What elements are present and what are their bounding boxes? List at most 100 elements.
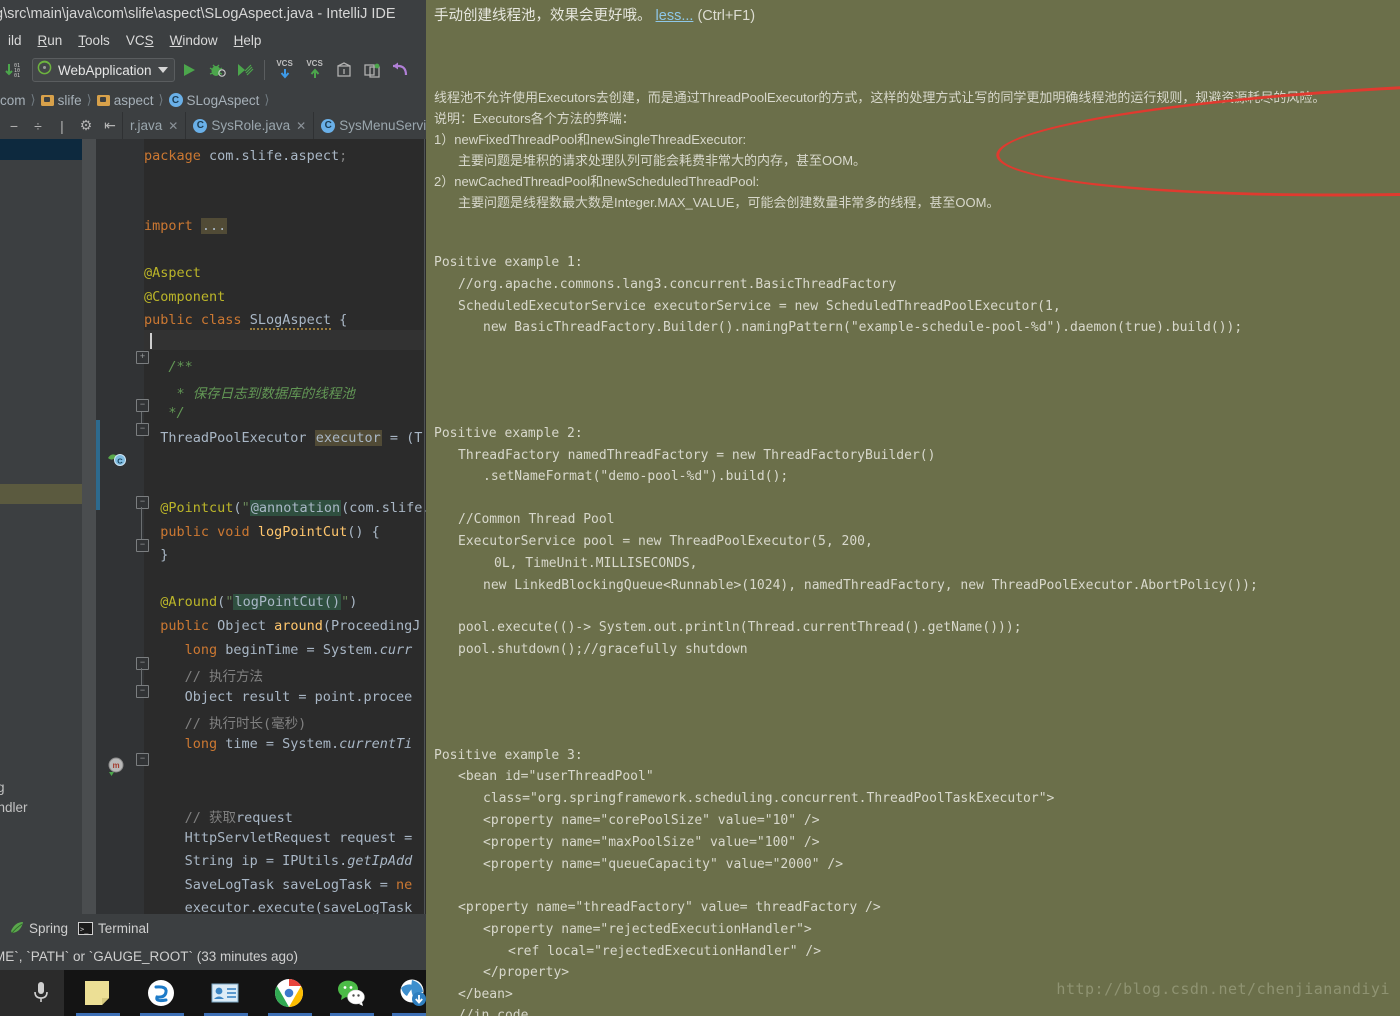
chevron-down-icon[interactable] xyxy=(157,67,168,73)
run-configuration-label: WebApplication xyxy=(58,62,152,78)
gear-icon[interactable]: ⚙ xyxy=(76,116,96,136)
window-title: g\src\main\java\com\slife\aspect\SLogAsp… xyxy=(0,6,396,22)
download-globe-icon[interactable] xyxy=(398,978,426,1008)
terminal-icon: >_ xyxy=(78,921,94,935)
binary-icon[interactable]: 01 10 01 xyxy=(2,58,26,82)
project-highlight-row xyxy=(0,484,82,504)
code-editor[interactable]: + − − − − − − − C m package com.slife.as… xyxy=(96,139,426,914)
chevron-right-icon: ⟩ xyxy=(86,92,92,107)
project-tool-window[interactable]: ig andler xyxy=(0,139,96,914)
vcs-commit-icon[interactable]: VCS xyxy=(302,60,328,80)
menu-item-build[interactable]: ild xyxy=(0,33,30,48)
editor-tabbar: − ÷ | ⚙ ⇤ r.java ✕ C SysRole.java ✕ C Sy… xyxy=(0,112,426,139)
menu-item-window[interactable]: Window xyxy=(162,33,226,48)
code-line: */ xyxy=(168,405,185,421)
breadcrumb-item-slife[interactable]: slife ⟩ xyxy=(40,92,97,108)
breadcrumb-item-com[interactable]: com ⟩ xyxy=(0,92,41,108)
spring-leaf-icon xyxy=(10,921,24,935)
vcs-diff-icon[interactable] xyxy=(360,58,384,82)
microphone-icon[interactable] xyxy=(28,978,58,1008)
code-line: SaveLogTask saveLogTask = ne xyxy=(144,877,413,893)
svg-text:>_: >_ xyxy=(80,925,89,933)
tool-window-label: Terminal xyxy=(98,920,150,936)
breadcrumb-label: slife xyxy=(57,92,82,108)
contact-card-icon[interactable] xyxy=(210,978,240,1008)
tab-r-java[interactable]: r.java ✕ xyxy=(122,112,185,139)
vcs-update-icon[interactable]: VCS xyxy=(272,60,298,80)
sogou-icon[interactable] xyxy=(146,978,176,1008)
tool-window-spring[interactable]: Spring xyxy=(10,921,68,936)
spring-boot-icon xyxy=(37,60,52,80)
chevron-right-icon: ⟩ xyxy=(158,92,164,107)
hide-icon[interactable]: ⇤ xyxy=(100,116,120,136)
menu-item-vcs[interactable]: VCS xyxy=(118,33,162,48)
sticky-note-icon[interactable] xyxy=(82,978,112,1008)
breadcrumb-item-slogaspect[interactable]: C SLogAspect ⟩ xyxy=(168,92,275,108)
tab-label: r.java xyxy=(130,118,163,133)
code-line: // 执行方法 xyxy=(184,669,264,685)
spring-bean-icon[interactable]: C xyxy=(106,449,126,469)
code-line: import ... xyxy=(144,218,228,234)
expand-all-icon[interactable]: ÷ xyxy=(28,116,48,136)
os-taskbar xyxy=(0,970,426,1016)
tab-label: SysRole.java xyxy=(211,118,291,133)
code-line: public class SLogAspect { xyxy=(144,312,348,330)
code-line: HttpServletRequest request = xyxy=(144,830,413,846)
tab-sysmenuservice-java[interactable]: C SysMenuServic xyxy=(313,112,426,139)
tool-window-terminal[interactable]: >_ Terminal xyxy=(78,921,149,936)
tool-window-actions: − ÷ | ⚙ ⇤ xyxy=(0,112,122,139)
tab-sysrole-java[interactable]: C SysRole.java ✕ xyxy=(185,112,313,139)
status-message: ME`, `PATH` or `GAUGE_ROOT` (33 minutes … xyxy=(0,948,299,964)
code-line: // 获取request xyxy=(184,810,293,826)
undo-icon[interactable] xyxy=(388,58,412,82)
code-line: // 执行时长(毫秒) xyxy=(184,716,307,732)
panel-divider[interactable] xyxy=(82,139,96,914)
vcs-history-icon[interactable] xyxy=(332,58,356,82)
breadcrumb-item-aspect[interactable]: aspect ⟩ xyxy=(96,92,169,108)
folder-icon xyxy=(40,94,54,106)
window-titlebar: g\src\main\java\com\slife\aspect\SLogAsp… xyxy=(0,0,426,28)
vcs-change-marker[interactable] xyxy=(96,420,100,510)
folder-icon xyxy=(96,94,110,106)
menu-item-run[interactable]: RRunun xyxy=(30,33,71,48)
code-line: ThreadPoolExecutor executor = (T xyxy=(144,430,423,446)
project-tree-item-config[interactable]: ig xyxy=(0,780,5,795)
project-selected-row xyxy=(0,139,82,160)
vcs-commit-label: VCS xyxy=(306,59,323,68)
collapse-all-icon[interactable]: − xyxy=(4,116,24,136)
documentation-popup[interactable]: 手动创建线程池，效果会更好哦。 less... (Ctrl+F1) 线程池不允许… xyxy=(426,0,1400,1016)
code-line: package com.slife.aspect; xyxy=(144,148,348,164)
run-with-coverage-icon[interactable] xyxy=(233,58,257,82)
code-line: @Component xyxy=(144,289,226,305)
chevron-right-icon: ⟩ xyxy=(264,92,270,107)
wechat-icon[interactable] xyxy=(336,978,366,1008)
code-line: executor.execute(saveLogTask xyxy=(144,900,413,914)
run-configuration-selector[interactable]: WebApplication xyxy=(32,58,175,82)
tab-label: SysMenuServic xyxy=(339,118,426,133)
debug-icon[interactable] xyxy=(205,58,229,82)
svg-text:C: C xyxy=(117,457,123,466)
code-line: @Pointcut("@annotation(com.slife. xyxy=(160,500,426,516)
method-override-icon[interactable]: m xyxy=(106,756,126,776)
code-line: } xyxy=(144,547,169,563)
code-line: @Around("logPointCut()") xyxy=(160,594,358,610)
run-icon[interactable] xyxy=(177,58,201,82)
breadcrumb-label: SLogAspect xyxy=(186,92,260,108)
code-line: public void logPointCut() { xyxy=(160,524,380,540)
editor-text[interactable]: package com.slife.aspect; import ... @Aspe… xyxy=(144,139,426,914)
close-icon[interactable]: ✕ xyxy=(168,119,178,133)
taskbar-dock xyxy=(64,970,426,1016)
caret-row-highlight xyxy=(144,330,426,350)
menu-item-help[interactable]: Help xyxy=(226,33,270,48)
menubar: ild RRunun Tools VCS Window Help xyxy=(0,28,426,52)
code-line: @Aspect xyxy=(144,265,201,281)
status-bar: ME`, `PATH` or `GAUGE_ROOT` (33 minutes … xyxy=(0,942,426,970)
project-tree-item-handler[interactable]: andler xyxy=(0,800,28,815)
toolbar-separator xyxy=(263,60,265,80)
editor-gutter[interactable]: + − − − − − − − C m xyxy=(96,139,149,914)
menu-item-tools[interactable]: Tools xyxy=(70,33,118,48)
chrome-icon[interactable] xyxy=(274,978,304,1008)
svg-text:m: m xyxy=(112,761,119,770)
close-icon[interactable]: ✕ xyxy=(296,119,306,133)
breadcrumb: com ⟩ slife ⟩ aspect ⟩ C SLogAspect ⟩ xyxy=(0,88,426,112)
